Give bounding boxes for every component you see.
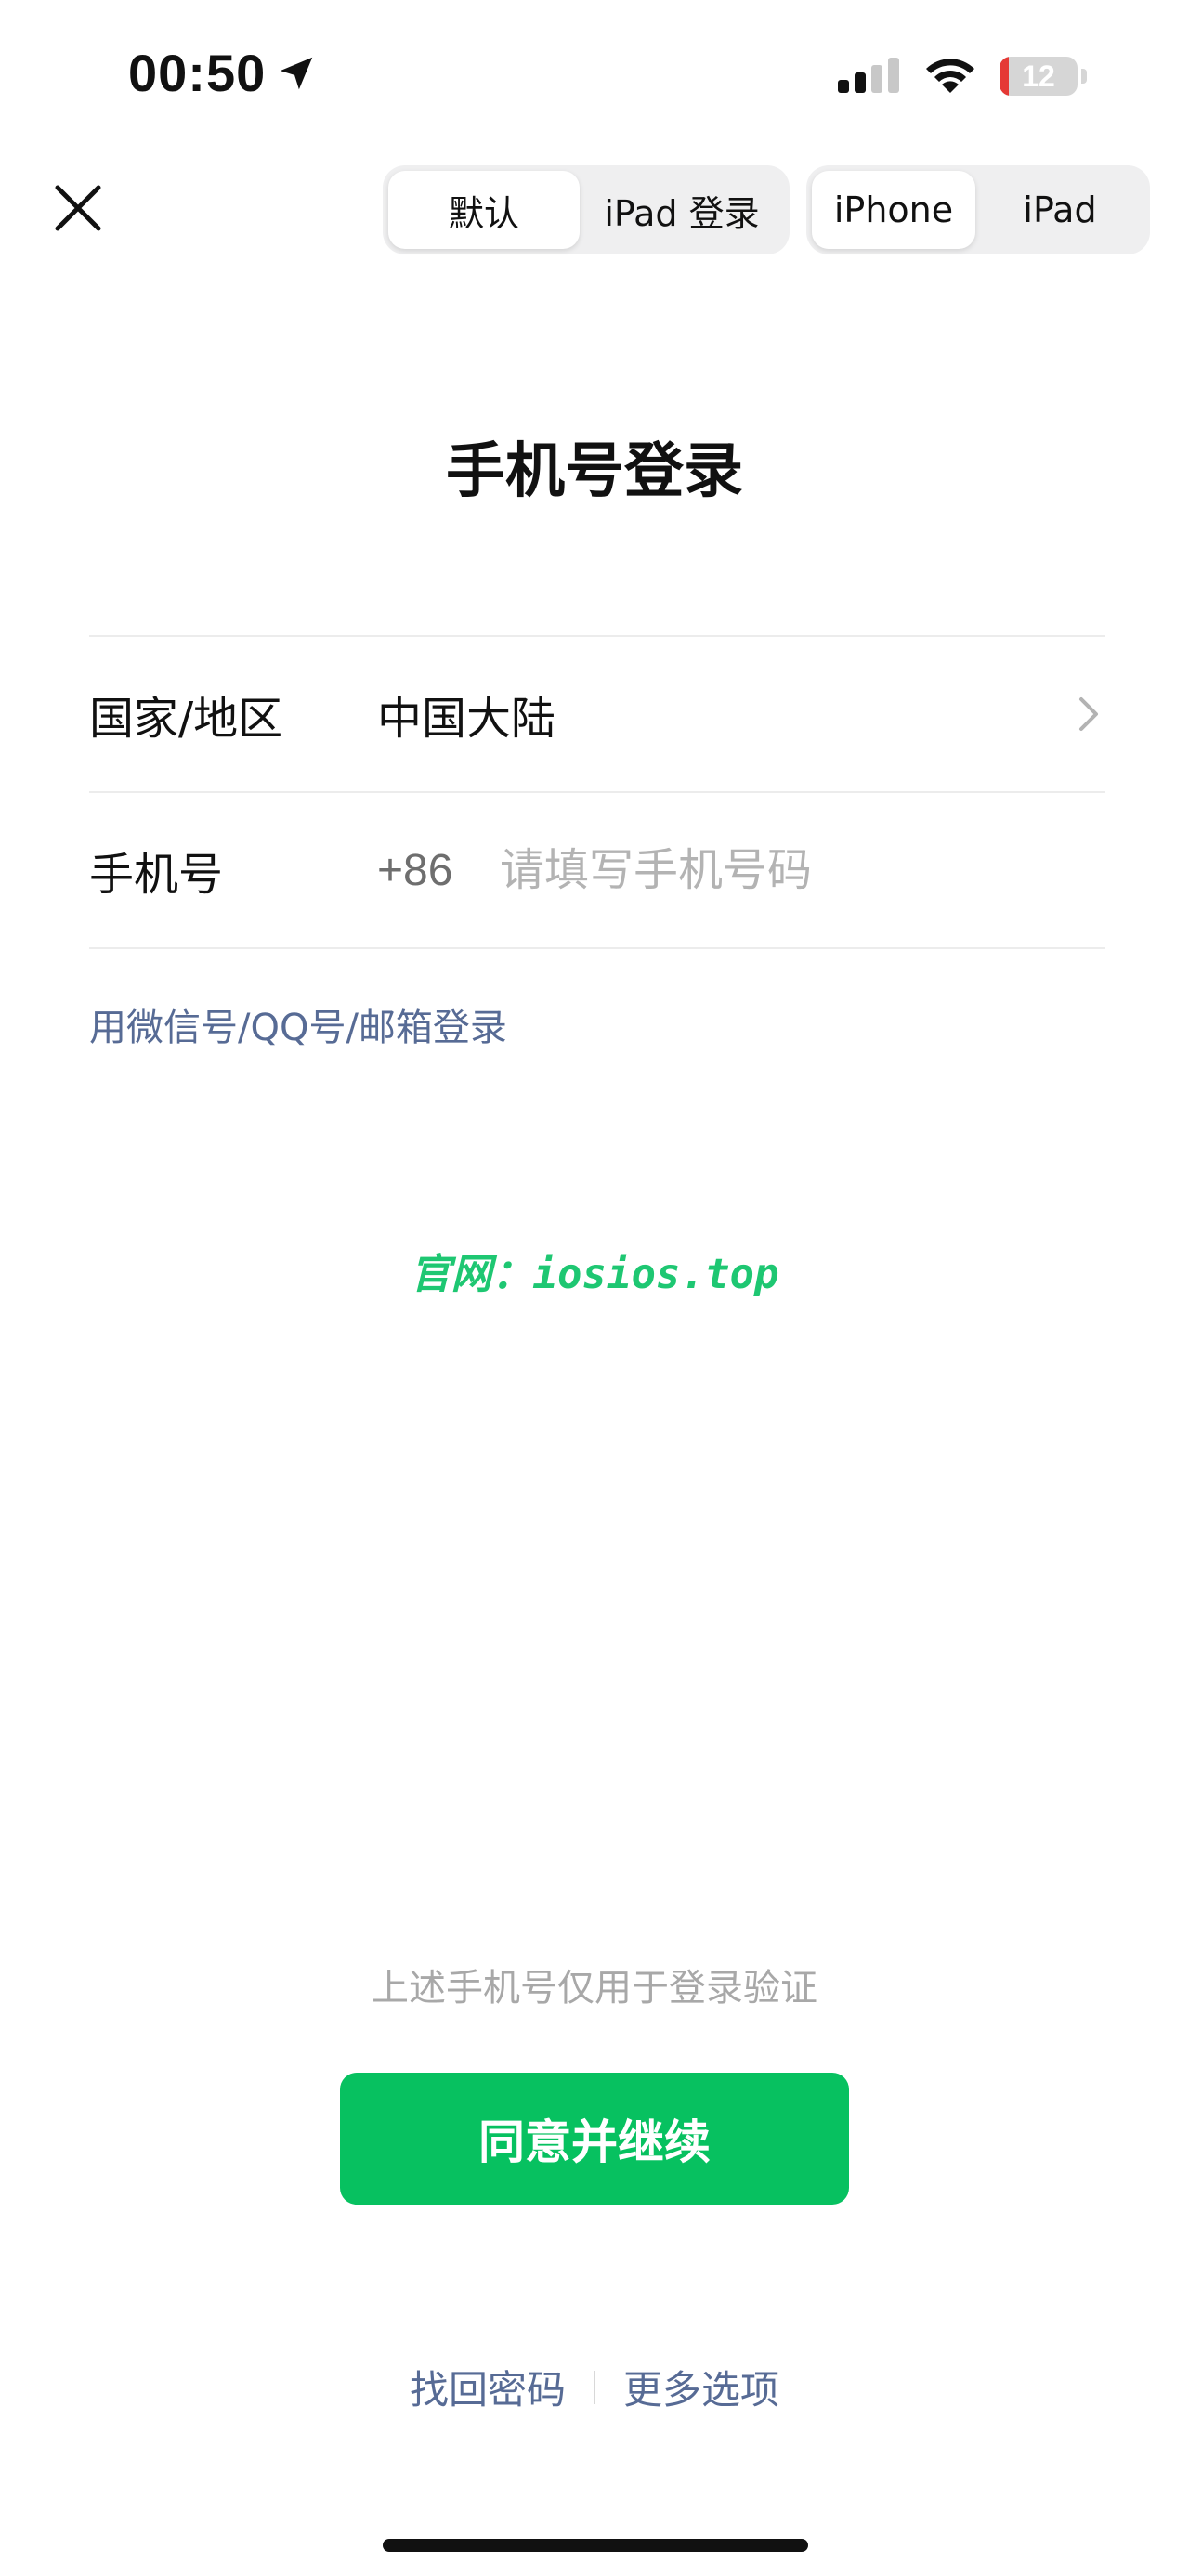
segment-default[interactable]: 默认 bbox=[388, 171, 580, 249]
status-time: 00:50 bbox=[128, 43, 318, 103]
region-label: 国家/地区 bbox=[89, 693, 283, 745]
link-separator bbox=[594, 2370, 595, 2404]
segment-ipad-login[interactable]: iPad 登录 bbox=[580, 171, 784, 249]
status-time-text: 00:50 bbox=[128, 44, 267, 102]
segment-iphone[interactable]: iPhone bbox=[812, 171, 975, 249]
phone-label: 手机号 bbox=[89, 849, 224, 901]
battery-fill bbox=[1000, 57, 1010, 96]
page-title: 手机号登录 bbox=[446, 437, 743, 506]
home-indicator[interactable] bbox=[383, 2539, 808, 2552]
location-arrow-icon bbox=[280, 57, 313, 89]
alt-login-link[interactable]: 用微信号/QQ号/邮箱登录 bbox=[89, 997, 507, 1051]
status-indicators: 12 bbox=[836, 56, 1087, 97]
battery-level: 12 bbox=[1022, 59, 1055, 93]
device-segmented-control: iPhone iPad bbox=[806, 165, 1150, 254]
battery-icon: 12 bbox=[1000, 57, 1078, 96]
close-button[interactable] bbox=[52, 182, 104, 234]
recover-password-link[interactable]: 找回密码 bbox=[410, 2359, 566, 2415]
close-icon bbox=[55, 185, 101, 231]
segment-ipad[interactable]: iPad bbox=[975, 171, 1144, 249]
login-mode-segmented-control: 默认 iPad 登录 bbox=[383, 165, 790, 254]
cellular-signal-icon bbox=[838, 58, 899, 93]
more-options-link[interactable]: 更多选项 bbox=[623, 2359, 779, 2415]
region-row[interactable]: 国家/地区 中国大陆 bbox=[89, 637, 1105, 791]
form-divider-bottom bbox=[89, 947, 1105, 949]
watermark-text: 官网：iosios.top bbox=[410, 1251, 779, 1298]
bottom-links: 找回密码 更多选项 bbox=[0, 2359, 1189, 2415]
verification-notice: 上述手机号仅用于登录验证 bbox=[372, 1967, 817, 2010]
phone-country-code[interactable]: +86 bbox=[377, 845, 500, 896]
agree-continue-button[interactable]: 同意并继续 bbox=[340, 2073, 849, 2205]
phone-input[interactable] bbox=[500, 844, 1105, 896]
chevron-right-icon bbox=[1079, 697, 1098, 731]
login-screen: 00:50 12 默认 iPad 登录 iPhone iPad 手机号登录 国家… bbox=[0, 0, 1189, 2576]
wifi-icon bbox=[926, 59, 974, 93]
phone-row: 手机号 +86 bbox=[89, 793, 1105, 947]
battery-tip bbox=[1081, 69, 1087, 84]
region-value: 中国大陆 bbox=[377, 693, 556, 745]
